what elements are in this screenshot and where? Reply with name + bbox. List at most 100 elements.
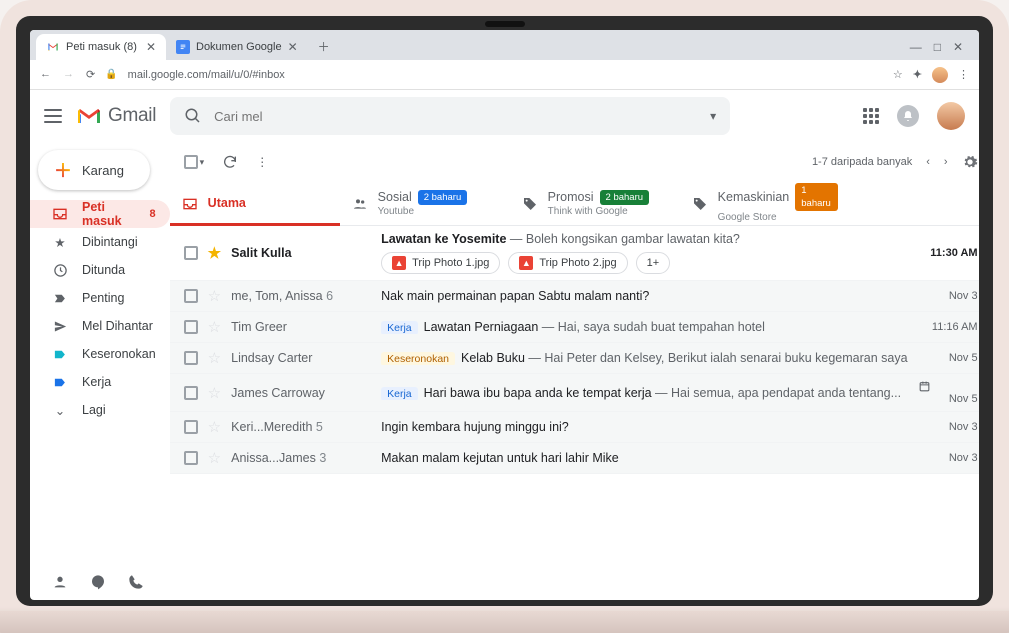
sidebar-item-fun-label[interactable]: Keseronokan (30, 340, 170, 368)
search-options-icon[interactable]: ▾ (710, 109, 716, 123)
email-subject: Makan malam kejutan untuk hari lahir Mik… (381, 451, 619, 465)
row-checkbox[interactable] (184, 451, 198, 465)
star-icon[interactable]: ☆ (208, 384, 221, 402)
gmail-logo-icon (76, 106, 102, 126)
browser-tab-title: Peti masuk (8) (66, 41, 137, 53)
email-subject: Nak main permainan papan Sabtu malam nan… (381, 289, 649, 303)
search-box[interactable]: ▾ (170, 97, 730, 135)
google-apps-icon[interactable] (863, 108, 879, 124)
email-content: Lawatan ke Yosemite — Boleh kongsikan ga… (381, 232, 907, 274)
sidebar-item-sent[interactable]: Mel Dihantar (30, 312, 170, 340)
email-list: ★ Salit Kulla Lawatan ke Yosemite — Boleh … (170, 226, 979, 600)
sidebar-item-important[interactable]: Penting (30, 284, 170, 312)
minimize-icon[interactable]: — (910, 40, 922, 54)
sidebar-item-label: Peti masuk (82, 200, 136, 228)
row-checkbox[interactable] (184, 289, 198, 303)
row-checkbox[interactable] (184, 320, 198, 334)
close-icon[interactable]: ✕ (288, 40, 298, 54)
sidebar-item-label: Penting (82, 291, 124, 305)
attachment-chip[interactable]: ▲Trip Photo 2.jpg (508, 252, 627, 274)
sidebar-item-inbox[interactable]: Peti masuk 8 (30, 200, 170, 228)
main-menu-icon[interactable] (44, 109, 62, 123)
star-icon[interactable]: ☆ (208, 287, 221, 305)
row-checkbox[interactable] (184, 420, 198, 434)
notifications-icon[interactable] (897, 105, 919, 127)
star-icon[interactable]: ☆ (208, 449, 221, 467)
attachment-more-chip[interactable]: 1+ (636, 252, 671, 274)
refresh-icon[interactable] (222, 154, 238, 170)
star-icon[interactable]: ☆ (208, 418, 221, 436)
chevron-down-icon[interactable]: ▾ (200, 157, 205, 168)
email-sender: Salit Kulla (231, 246, 371, 260)
email-row[interactable]: ★ Salit Kulla Lawatan ke Yosemite — Boleh … (170, 226, 979, 281)
email-subject: Ingin kembara hujung minggu ini? (381, 420, 569, 434)
tab-updates[interactable]: Kemaskinian 1 baharu Google Store (680, 182, 850, 225)
send-icon (52, 319, 68, 334)
sidebar-item-starred[interactable]: ★ Dibintangi (30, 228, 170, 256)
compose-label: Karang (82, 163, 124, 178)
account-avatar[interactable] (937, 102, 965, 130)
lock-icon[interactable]: 🔒 (105, 69, 117, 80)
star-icon[interactable]: ☆ (208, 349, 221, 367)
email-row[interactable]: ☆James CarrowayKerjaHari bawa ibu bapa a… (170, 374, 979, 412)
tab-label: Utama (208, 197, 246, 210)
email-snippet: — Hai, saya sudah buat tempahan hotel (538, 320, 765, 334)
attachment-row: ▲ Trip Photo 1.jpg ▲Trip Photo 2.jpg 1+ (381, 252, 907, 274)
settings-icon[interactable] (962, 154, 978, 170)
more-icon[interactable]: ⋮ (256, 155, 268, 169)
close-window-icon[interactable]: ✕ (953, 40, 963, 54)
phone-icon[interactable] (128, 574, 144, 590)
sidebar-item-snoozed[interactable]: Ditunda (30, 256, 170, 284)
select-all-checkbox[interactable]: ▾ (184, 155, 205, 169)
gmail-logo[interactable]: Gmail (76, 105, 156, 127)
tab-sublabel: Think with Google (548, 205, 649, 218)
app-header: Gmail ▾ (30, 90, 979, 142)
email-row[interactable]: ☆Lindsay CarterKeseronokanKelab Buku — H… (170, 343, 979, 374)
search-input[interactable] (214, 109, 698, 124)
star-icon[interactable]: ★ (208, 244, 221, 262)
sidebar-item-work-label[interactable]: Kerja (30, 368, 170, 396)
maximize-icon[interactable]: □ (934, 40, 941, 54)
extensions-icon[interactable]: ✦ (913, 68, 922, 81)
pagination-text: 1-7 daripada banyak (812, 156, 912, 168)
tab-social[interactable]: Sosial 2 baharu Youtube (340, 182, 510, 225)
hangouts-icon[interactable] (90, 574, 106, 590)
image-icon: ▲ (392, 256, 406, 270)
email-row[interactable]: ☆me, Tom, Anissa 6Nak main permainan pap… (170, 281, 979, 312)
new-tab-button[interactable]: ＋ (312, 34, 336, 58)
prev-page-icon[interactable]: ‹ (926, 156, 930, 168)
tab-promotions[interactable]: Promosi 2 baharu Think with Google (510, 182, 680, 225)
browser-tab-bar: Peti masuk (8) ✕ Dokumen Google ✕ ＋ — □ … (30, 30, 979, 60)
browser-menu-icon[interactable]: ⋮ (958, 68, 969, 81)
contacts-icon[interactable] (52, 574, 68, 590)
forward-icon[interactable]: → (63, 68, 74, 81)
attachment-name: Trip Photo 1.jpg (412, 257, 489, 269)
close-icon[interactable]: ✕ (146, 40, 156, 54)
email-row[interactable]: ☆Keri...Meredith 5Ingin kembara hujung m… (170, 412, 979, 443)
email-row[interactable]: ☆Tim GreerKerjaLawatan Perniagaan — Hai,… (170, 312, 979, 343)
attachment-name: Trip Photo 2.jpg (539, 257, 616, 269)
row-checkbox[interactable] (184, 351, 198, 365)
browser-tab[interactable]: Dokumen Google ✕ (166, 34, 308, 60)
compose-button[interactable]: ＋ Karang (38, 150, 150, 190)
row-checkbox[interactable] (184, 246, 198, 260)
sidebar-item-more[interactable]: ⌄ Lagi (30, 396, 170, 424)
row-checkbox[interactable] (184, 386, 198, 400)
email-sender: Lindsay Carter (231, 351, 371, 365)
tab-primary[interactable]: Utama (170, 182, 340, 225)
email-content: Nak main permainan papan Sabtu malam nan… (381, 289, 907, 303)
attachment-chip[interactable]: ▲ Trip Photo 1.jpg (381, 252, 500, 274)
back-icon[interactable]: ← (40, 68, 51, 81)
star-icon[interactable]: ☆ (208, 318, 221, 336)
browser-profile-avatar[interactable] (932, 67, 948, 83)
bookmark-star-icon[interactable]: ☆ (893, 68, 903, 81)
email-label: Kerja (381, 387, 418, 400)
email-sender: Tim Greer (231, 320, 371, 334)
reload-icon[interactable]: ⟳ (86, 68, 95, 81)
url-text[interactable]: mail.google.com/mail/u/0/#inbox (128, 69, 883, 81)
email-date: 11:30 AM (918, 247, 978, 259)
browser-tab[interactable]: Peti masuk (8) ✕ (36, 34, 166, 60)
email-subject: Kelab Buku (461, 351, 525, 365)
email-row[interactable]: ☆Anissa...James 3Makan malam kejutan unt… (170, 443, 979, 474)
next-page-icon[interactable]: › (944, 156, 948, 168)
